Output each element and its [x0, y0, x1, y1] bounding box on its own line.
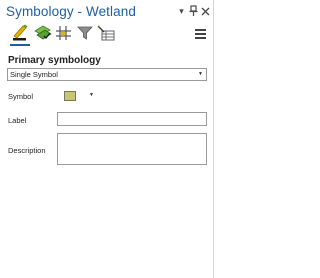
options-dropdown-button[interactable]: ▾: [176, 5, 187, 17]
close-icon: [201, 7, 210, 16]
symbology-pane: Symbology - Wetland ▾ Primary symbology …: [0, 0, 214, 278]
symbol-layer-drawing-tab[interactable]: [54, 23, 74, 43]
symbol-label: Symbol: [8, 92, 34, 101]
symbology-filter-tab[interactable]: [75, 23, 95, 43]
symbology-toolbar: [0, 22, 214, 46]
description-input-box[interactable]: [57, 133, 207, 165]
chevron-down-icon: ▼: [198, 71, 203, 77]
pane-title: Symbology - Wetland: [6, 4, 136, 19]
chevron-down-icon: ▼: [89, 92, 94, 98]
symbol-swatch-button[interactable]: ▼: [63, 90, 97, 103]
description-input[interactable]: [58, 134, 206, 164]
paintbrush-icon: [13, 24, 28, 41]
vary-symbology-tab[interactable]: [33, 23, 53, 43]
label-field-label: Label: [8, 116, 27, 125]
primary-symbology-tab[interactable]: [10, 23, 30, 46]
auto-hide-pin-button[interactable]: [188, 5, 199, 17]
chevron-down-icon: ▾: [179, 6, 184, 16]
grid-hash-icon: [56, 26, 71, 40]
symbol-settings-tab[interactable]: [96, 23, 116, 43]
renderer-selected-value: Single Symbol: [10, 70, 58, 79]
pin-icon: [189, 5, 198, 16]
pane-title-bar: Symbology - Wetland ▾: [0, 0, 214, 22]
description-field-label: Description: [8, 146, 46, 155]
symbol-color-swatch: [64, 91, 76, 101]
funnel-icon: [77, 26, 93, 40]
layers-icon: [34, 25, 52, 40]
renderer-select[interactable]: Single Symbol ▼: [7, 68, 207, 81]
table-edit-icon: [97, 25, 115, 41]
close-button[interactable]: [200, 5, 211, 17]
hamburger-menu-icon[interactable]: [195, 29, 206, 39]
primary-symbology-heading: Primary symbology: [8, 55, 101, 66]
label-input-box[interactable]: [57, 112, 207, 130]
label-input[interactable]: [58, 117, 206, 130]
